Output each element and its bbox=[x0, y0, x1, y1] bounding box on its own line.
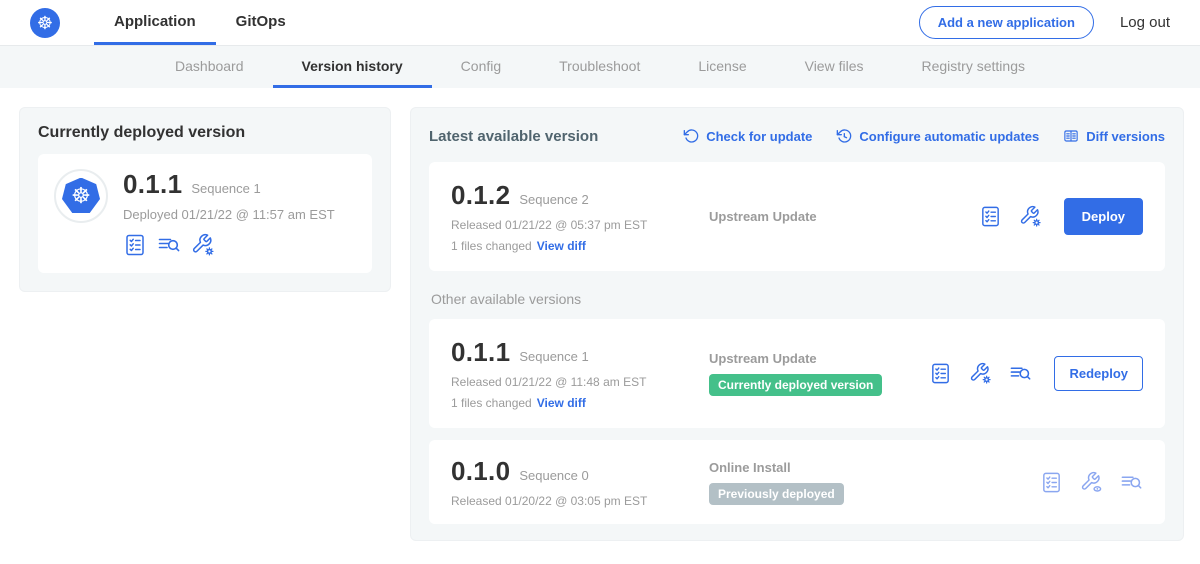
subnav-tab-troubleshoot[interactable]: Troubleshoot bbox=[530, 46, 669, 88]
version-number: 0.1.2 bbox=[451, 180, 510, 211]
version-history-panel: Latest available version Check for updat… bbox=[410, 107, 1184, 541]
preflight-checklist-icon[interactable] bbox=[1040, 471, 1063, 494]
configure-automatic-updates-link[interactable]: Configure automatic updates bbox=[836, 128, 1039, 144]
released-date: Released 01/21/22 @ 11:48 am EST bbox=[451, 375, 709, 389]
app-logo: ☸ bbox=[54, 169, 108, 223]
subnav-tab-view-files[interactable]: View files bbox=[776, 46, 893, 88]
subnav-tab-version-history[interactable]: Version history bbox=[273, 46, 432, 88]
preflight-checklist-icon[interactable] bbox=[979, 205, 1002, 228]
configure-automatic-updates-label: Configure automatic updates bbox=[859, 129, 1039, 144]
tab-application[interactable]: Application bbox=[94, 0, 216, 45]
logout-button[interactable]: Log out bbox=[1120, 14, 1170, 31]
deploy-button[interactable]: Deploy bbox=[1064, 198, 1143, 235]
preflight-checklist-icon[interactable] bbox=[123, 233, 147, 257]
version-source: Upstream Update bbox=[709, 351, 929, 366]
edit-config-icon[interactable] bbox=[1019, 205, 1042, 228]
deployed-date: Deployed 01/21/22 @ 11:57 am EST bbox=[123, 207, 335, 222]
check-for-update-label: Check for update bbox=[706, 129, 812, 144]
view-diff-link[interactable]: View diff bbox=[537, 396, 586, 410]
currently-deployed-panel: Currently deployed version ☸ 0.1.1 Seque… bbox=[19, 107, 391, 292]
version-row-0-1-2: 0.1.2 Sequence 2 Released 01/21/22 @ 05:… bbox=[429, 162, 1165, 271]
version-source: Upstream Update bbox=[709, 209, 979, 224]
edit-config-icon[interactable] bbox=[969, 362, 992, 385]
version-source: Online Install bbox=[709, 460, 1040, 475]
diff-versions-label: Diff versions bbox=[1086, 129, 1165, 144]
view-logs-icon[interactable] bbox=[157, 233, 181, 257]
view-logs-icon[interactable] bbox=[1009, 362, 1032, 385]
tab-gitops[interactable]: GitOps bbox=[216, 0, 306, 45]
sequence-label: Sequence 2 bbox=[519, 192, 588, 207]
view-logs-icon[interactable] bbox=[1120, 471, 1143, 494]
diff-versions-link[interactable]: Diff versions bbox=[1063, 128, 1165, 144]
top-header: ☸ Application GitOps Add a new applicati… bbox=[0, 0, 1200, 46]
other-versions-title: Other available versions bbox=[431, 291, 1165, 307]
redeploy-button[interactable]: Redeploy bbox=[1054, 356, 1143, 391]
deployed-version-number: 0.1.1 bbox=[123, 169, 182, 200]
version-number: 0.1.0 bbox=[451, 456, 510, 487]
kubernetes-wheel-icon: ☸ bbox=[62, 178, 100, 215]
view-config-icon[interactable] bbox=[1080, 471, 1103, 494]
version-row-0-1-0: 0.1.0 Sequence 0 Released 01/20/22 @ 03:… bbox=[429, 440, 1165, 524]
currently-deployed-badge: Currently deployed version bbox=[709, 374, 882, 396]
subnav-tab-config[interactable]: Config bbox=[432, 46, 530, 88]
subnav-tab-license[interactable]: License bbox=[669, 46, 775, 88]
preflight-checklist-icon[interactable] bbox=[929, 362, 952, 385]
files-changed-label: 1 files changed bbox=[451, 239, 532, 253]
sequence-label: Sequence 1 bbox=[519, 349, 588, 364]
add-new-application-button[interactable]: Add a new application bbox=[919, 6, 1094, 39]
sequence-label: Sequence 0 bbox=[519, 468, 588, 483]
latest-version-title: Latest available version bbox=[429, 128, 598, 145]
subnav-tab-dashboard[interactable]: Dashboard bbox=[146, 46, 273, 88]
released-date: Released 01/20/22 @ 03:05 pm EST bbox=[451, 494, 709, 508]
deployed-sequence-label: Sequence 1 bbox=[191, 181, 260, 196]
currently-deployed-title: Currently deployed version bbox=[38, 124, 372, 142]
check-for-update-link[interactable]: Check for update bbox=[683, 128, 812, 144]
app-subnav: Dashboard Version history Config Trouble… bbox=[0, 46, 1200, 88]
previously-deployed-badge: Previously deployed bbox=[709, 483, 844, 505]
history-icon bbox=[836, 128, 852, 144]
edit-config-icon[interactable] bbox=[191, 233, 215, 257]
currently-deployed-card: ☸ 0.1.1 Sequence 1 Deployed 01/21/22 @ 1… bbox=[38, 154, 372, 273]
subnav-tab-registry-settings[interactable]: Registry settings bbox=[893, 46, 1054, 88]
released-date: Released 01/21/22 @ 05:37 pm EST bbox=[451, 218, 709, 232]
version-row-0-1-1: 0.1.1 Sequence 1 Released 01/21/22 @ 11:… bbox=[429, 319, 1165, 428]
view-diff-link[interactable]: View diff bbox=[537, 239, 586, 253]
refresh-icon bbox=[683, 128, 699, 144]
kubernetes-logo-icon[interactable]: ☸ bbox=[30, 8, 60, 38]
files-changed-label: 1 files changed bbox=[451, 396, 532, 410]
app-tabs: Application GitOps bbox=[94, 0, 306, 45]
diff-icon bbox=[1063, 128, 1079, 144]
version-number: 0.1.1 bbox=[451, 337, 510, 368]
